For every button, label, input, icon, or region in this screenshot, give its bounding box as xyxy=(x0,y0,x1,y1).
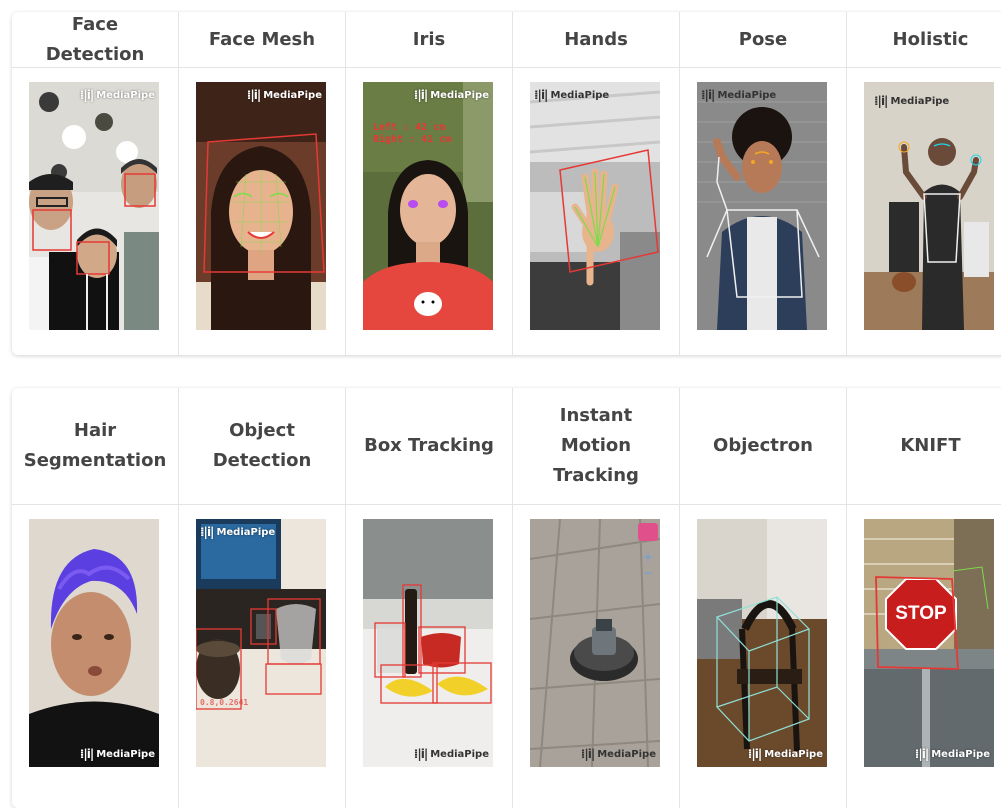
mediapipe-logo: ⁞|i| MediaPipe xyxy=(874,94,950,108)
mediapipe-logo: ⁞|i| MediaPipe xyxy=(413,88,489,102)
cell-object-detection: 0.8,0.2641 ⁞|i| MediaPipe xyxy=(179,505,346,808)
mediapipe-logo: ⁞|i| MediaPipe xyxy=(79,88,155,102)
header-row-2: Hair Segmentation Object Detection Box T… xyxy=(12,388,1001,505)
solutions-table-row-2: Hair Segmentation Object Detection Box T… xyxy=(12,388,1001,808)
image-row-1: ⁞|i| MediaPipe ⁞|i| MediaPipe Left: 42 … xyxy=(12,68,1001,355)
objectron-demo-image[interactable]: ⁞|i| MediaPipe xyxy=(697,519,827,767)
mediapipe-logo: ⁞|i| MediaPipe xyxy=(534,88,610,102)
mediapipe-logo: ⁞|i| MediaPipe xyxy=(580,747,656,761)
header-objectron: Objectron xyxy=(680,388,847,504)
holistic-demo-image[interactable]: ⁞|i| MediaPipe xyxy=(864,82,994,330)
mediapipe-logo: ⁞|i| MediaPipe xyxy=(246,88,322,102)
iris-demo-image[interactable]: Left : 42 cm Right : 41 cm ⁞|i| MediaPipe xyxy=(363,82,493,330)
instant-motion-tracking-demo-image[interactable]: + − ⁞|i| MediaPipe xyxy=(530,519,660,767)
pose-demo-image[interactable]: ⁞|i| MediaPipe xyxy=(697,82,827,330)
header-face-detection: Face Detection xyxy=(12,12,179,67)
solutions-table-row-1: Face Detection Face Mesh Iris Hands Pose… xyxy=(12,12,1001,355)
mediapipe-logo: ⁞|i| MediaPipe xyxy=(200,525,276,539)
knift-demo-image[interactable]: STOP ⁞|i| MediaPipe xyxy=(864,519,994,767)
mediapipe-logo: ⁞|i| MediaPipe xyxy=(914,747,990,761)
header-object-detection: Object Detection xyxy=(179,388,346,504)
header-row-1: Face Detection Face Mesh Iris Hands Pose… xyxy=(12,12,1001,68)
cell-objectron: ⁞|i| MediaPipe xyxy=(680,505,847,808)
cell-holistic: ⁞|i| MediaPipe xyxy=(847,68,1001,355)
image-row-2: ⁞|i| MediaPipe 0.8,0.2641 ⁞|i| MediaPipe… xyxy=(12,505,1001,808)
iris-distance-readout: Left : 42 cm Right : 41 cm xyxy=(373,122,452,145)
svg-text:+: + xyxy=(643,550,653,564)
cell-face-mesh: ⁞|i| MediaPipe xyxy=(179,68,346,355)
cell-iris: Left : 42 cm Right : 41 cm ⁞|i| MediaPipe xyxy=(346,68,513,355)
detection-label: 0.8,0.2641 xyxy=(200,698,249,707)
cell-pose: ⁞|i| MediaPipe xyxy=(680,68,847,355)
cell-hair-segmentation: ⁞|i| MediaPipe xyxy=(12,505,179,808)
header-face-mesh: Face Mesh xyxy=(179,12,346,67)
hands-demo-image[interactable]: ⁞|i| MediaPipe xyxy=(530,82,660,330)
stop-sign-label: STOP xyxy=(895,603,947,624)
mediapipe-logo: ⁞|i| MediaPipe xyxy=(79,747,155,761)
cell-face-detection: ⁞|i| MediaPipe xyxy=(12,68,179,355)
mediapipe-logo: ⁞|i| MediaPipe xyxy=(413,747,489,761)
object-detection-demo-image[interactable]: 0.8,0.2641 ⁞|i| MediaPipe xyxy=(196,519,326,767)
cell-box-tracking: ⁞|i| MediaPipe xyxy=(346,505,513,808)
mediapipe-logo: ⁞|i| MediaPipe xyxy=(747,747,823,761)
header-hands: Hands xyxy=(513,12,680,67)
cell-instant-motion-tracking: + − ⁞|i| MediaPipe xyxy=(513,505,680,808)
hair-segmentation-demo-image[interactable]: ⁞|i| MediaPipe xyxy=(29,519,159,767)
cell-knift: STOP ⁞|i| MediaPipe xyxy=(847,505,1001,808)
face-mesh-demo-image[interactable]: ⁞|i| MediaPipe xyxy=(196,82,326,330)
header-holistic: Holistic xyxy=(892,28,969,50)
header-pose: Pose xyxy=(680,12,847,67)
box-tracking-demo-image[interactable]: ⁞|i| MediaPipe xyxy=(363,519,493,767)
mediapipe-logo: ⁞|i| MediaPipe xyxy=(701,88,777,102)
header-instant-motion-tracking: Instant Motion Tracking xyxy=(513,388,680,504)
header-box-tracking: Box Tracking xyxy=(346,388,513,504)
header-knift: KNIFT xyxy=(900,435,961,456)
header-hair-segmentation: Hair Segmentation xyxy=(12,388,179,504)
svg-text:−: − xyxy=(643,566,653,580)
cell-hands: ⁞|i| MediaPipe xyxy=(513,68,680,355)
header-iris: Iris xyxy=(346,12,513,67)
face-detection-demo-image[interactable]: ⁞|i| MediaPipe xyxy=(29,82,159,330)
